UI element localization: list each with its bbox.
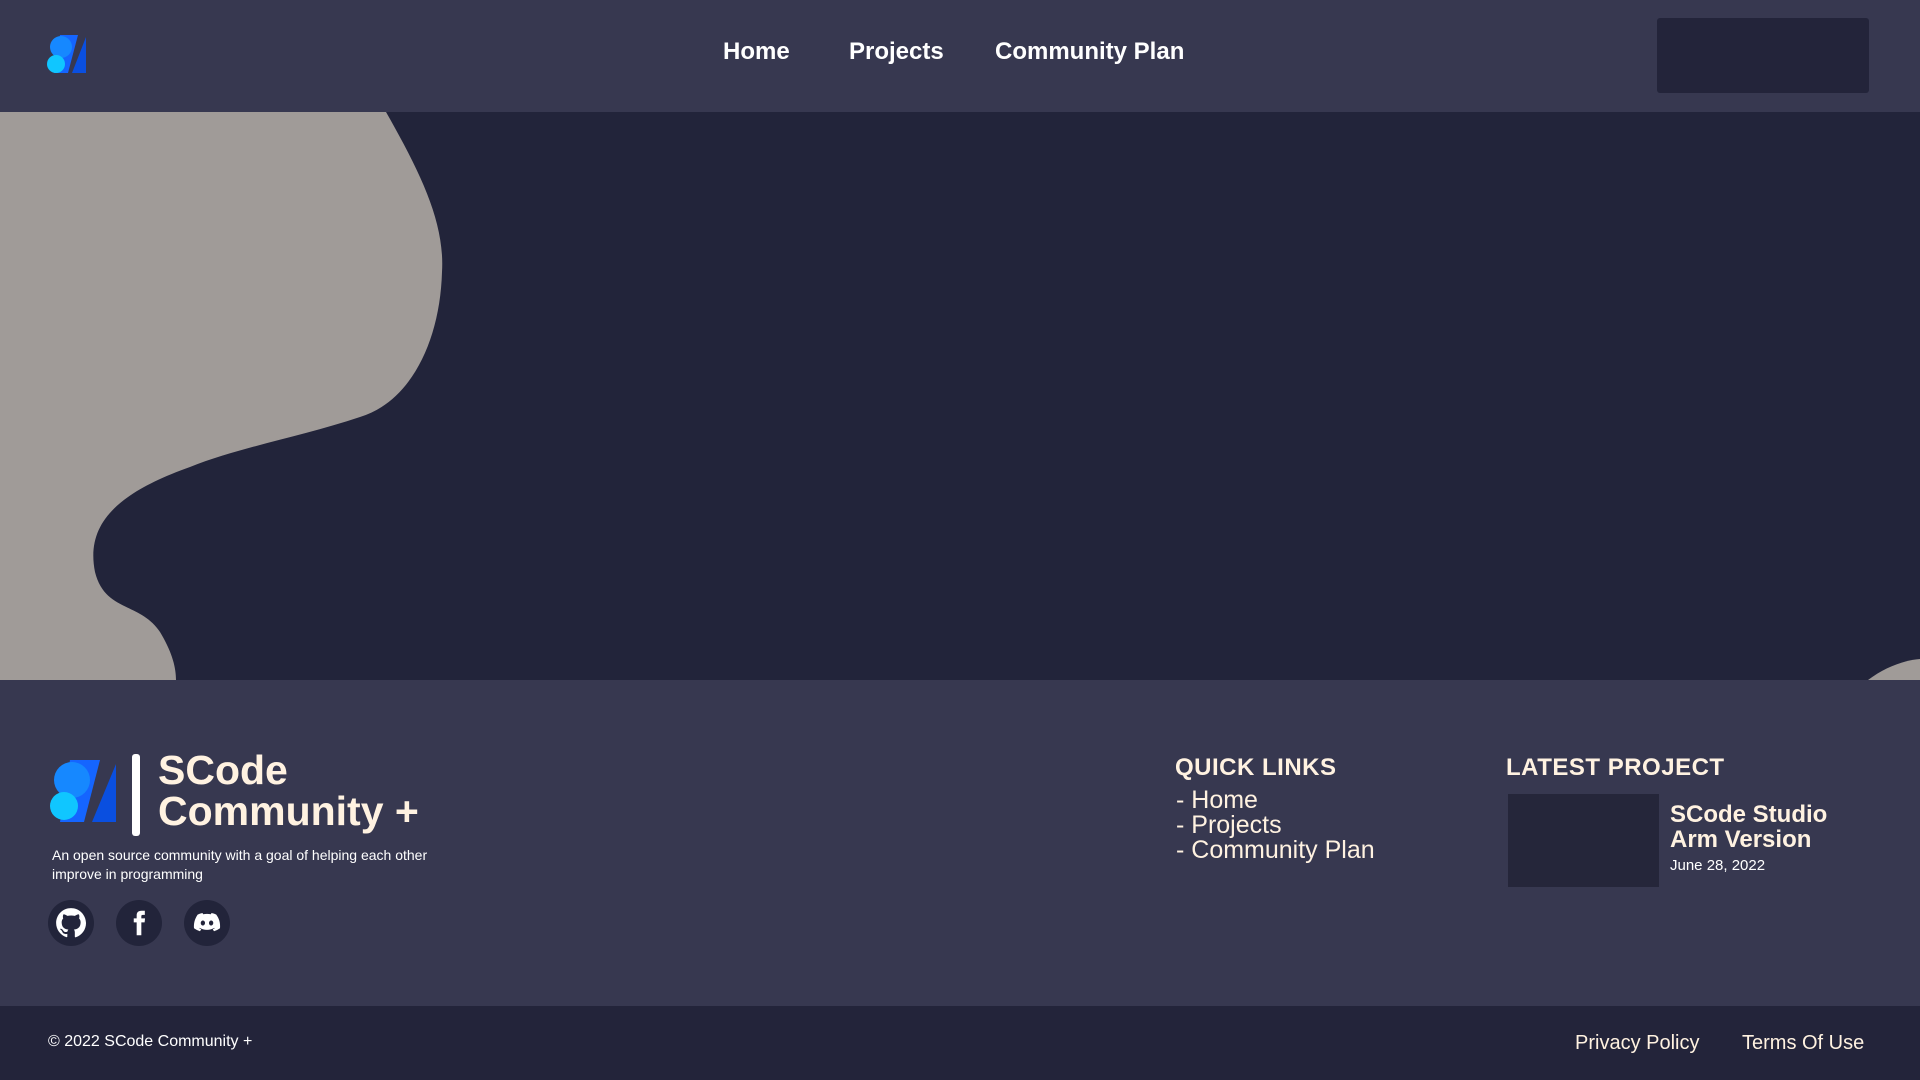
copyright-text: © 2022 SCode Community + (48, 1033, 253, 1050)
scode-logo-icon (50, 760, 116, 822)
brand-name-line1: SCode (158, 747, 288, 793)
latest-project-title: LATEST PROJECT (1506, 754, 1725, 781)
latest-project-date: June 28, 2022 (1670, 857, 1766, 874)
brand-divider (132, 754, 140, 836)
discord-icon (193, 913, 221, 932)
footer: SCode Community + An open source communi… (0, 680, 1920, 1006)
quick-links-list: - Home - Projects - Community Plan (1176, 788, 1375, 863)
nav-link-home[interactable]: Home (723, 38, 790, 66)
nav-action-button[interactable] (1657, 18, 1869, 93)
brand-description: An open source community with a goal of … (52, 847, 428, 882)
hero-section (0, 112, 1920, 680)
quick-links-title: QUICK LINKS (1175, 754, 1337, 781)
quick-link-community-plan[interactable]: - Community Plan (1176, 838, 1375, 863)
github-link[interactable] (48, 900, 94, 946)
privacy-policy-link[interactable]: Privacy Policy (1575, 1032, 1699, 1055)
main-nav: Home Projects Community Plan (0, 0, 1920, 108)
latest-project-name[interactable]: SCode Studio Arm Version (1670, 802, 1890, 852)
quick-link-projects[interactable]: - Projects (1176, 813, 1375, 838)
latest-project-name-line2: Arm Version (1670, 826, 1812, 853)
github-icon (56, 908, 87, 938)
latest-project-thumbnail[interactable] (1508, 794, 1659, 887)
facebook-icon (133, 910, 146, 936)
brand-name-line2: Community + (158, 788, 419, 834)
hero-blob-decoration (0, 112, 1920, 680)
bottom-bar: © 2022 SCode Community + Privacy Policy … (0, 1006, 1920, 1080)
latest-project-name-line1: SCode Studio (1670, 801, 1828, 828)
navbar: Home Projects Community Plan (0, 0, 1920, 112)
nav-link-community-plan[interactable]: Community Plan (995, 38, 1184, 66)
nav-link-projects[interactable]: Projects (849, 38, 944, 66)
facebook-link[interactable] (116, 900, 162, 946)
quick-link-home[interactable]: - Home (1176, 788, 1375, 813)
brand-name: SCode Community + (158, 750, 558, 832)
discord-link[interactable] (184, 900, 230, 946)
terms-of-use-link[interactable]: Terms Of Use (1742, 1032, 1864, 1055)
